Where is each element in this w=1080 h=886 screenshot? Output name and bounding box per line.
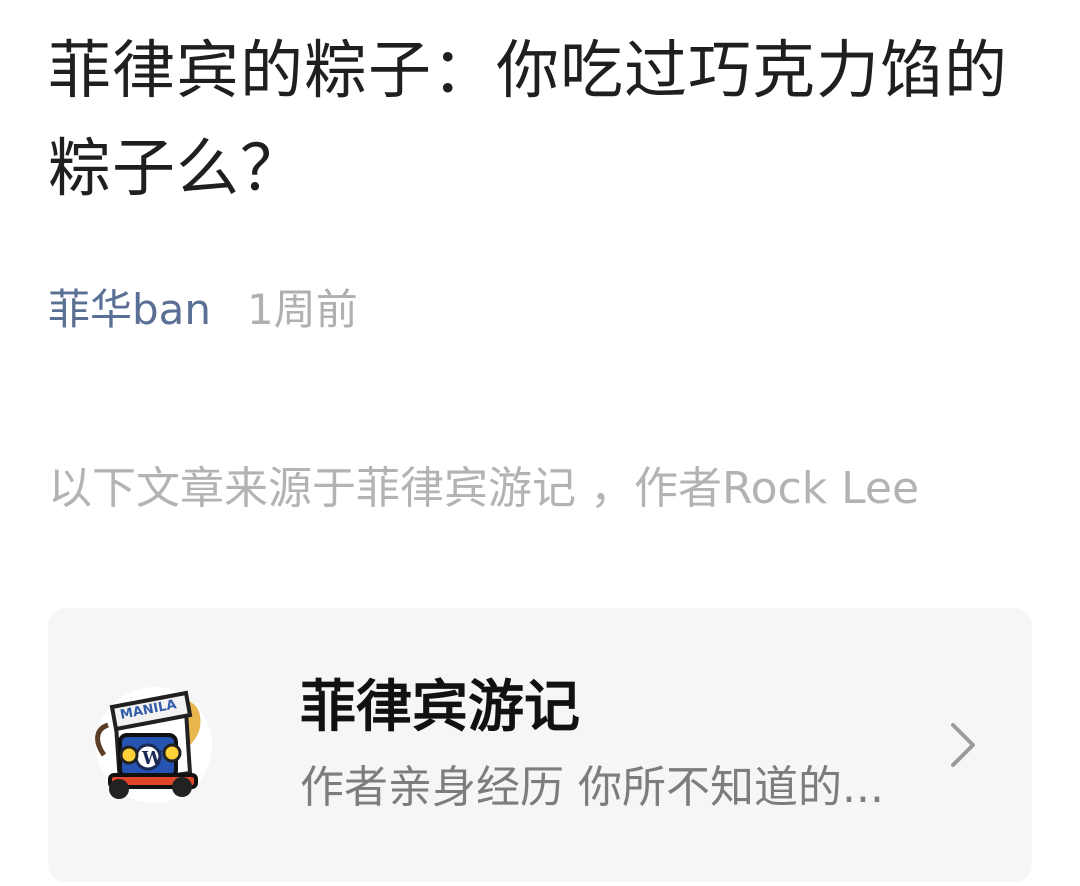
- article-page: 菲律宾的粽子：你吃过巧克力馅的粽子么？ 菲华ban 1周前 以下文章来源于菲律宾…: [0, 0, 1080, 886]
- article-meta: 菲华ban 1周前: [48, 282, 1032, 338]
- chevron-right-icon: [951, 723, 975, 767]
- account-info: 菲律宾游记 作者亲身经历 你所不知道的...: [300, 673, 948, 817]
- jeepney-manila-avatar-icon: MANILA W: [95, 687, 212, 803]
- publish-time: 1周前: [247, 285, 358, 334]
- source-account-card[interactable]: MANILA W 菲律宾游记 作者亲身经历 你所不知道的...: [48, 608, 1032, 882]
- article-title: 菲律宾的粽子：你吃过巧克力馅的粽子么？: [48, 34, 1008, 205]
- account-name: 菲律宾游记: [300, 675, 580, 740]
- svg-text:W: W: [141, 748, 163, 769]
- author-link[interactable]: 菲华ban: [48, 282, 211, 338]
- source-note: 以下文章来源于菲律宾游记 ，作者Rock Lee: [48, 463, 920, 514]
- account-description: 作者亲身经历 你所不知道的...: [300, 762, 884, 813]
